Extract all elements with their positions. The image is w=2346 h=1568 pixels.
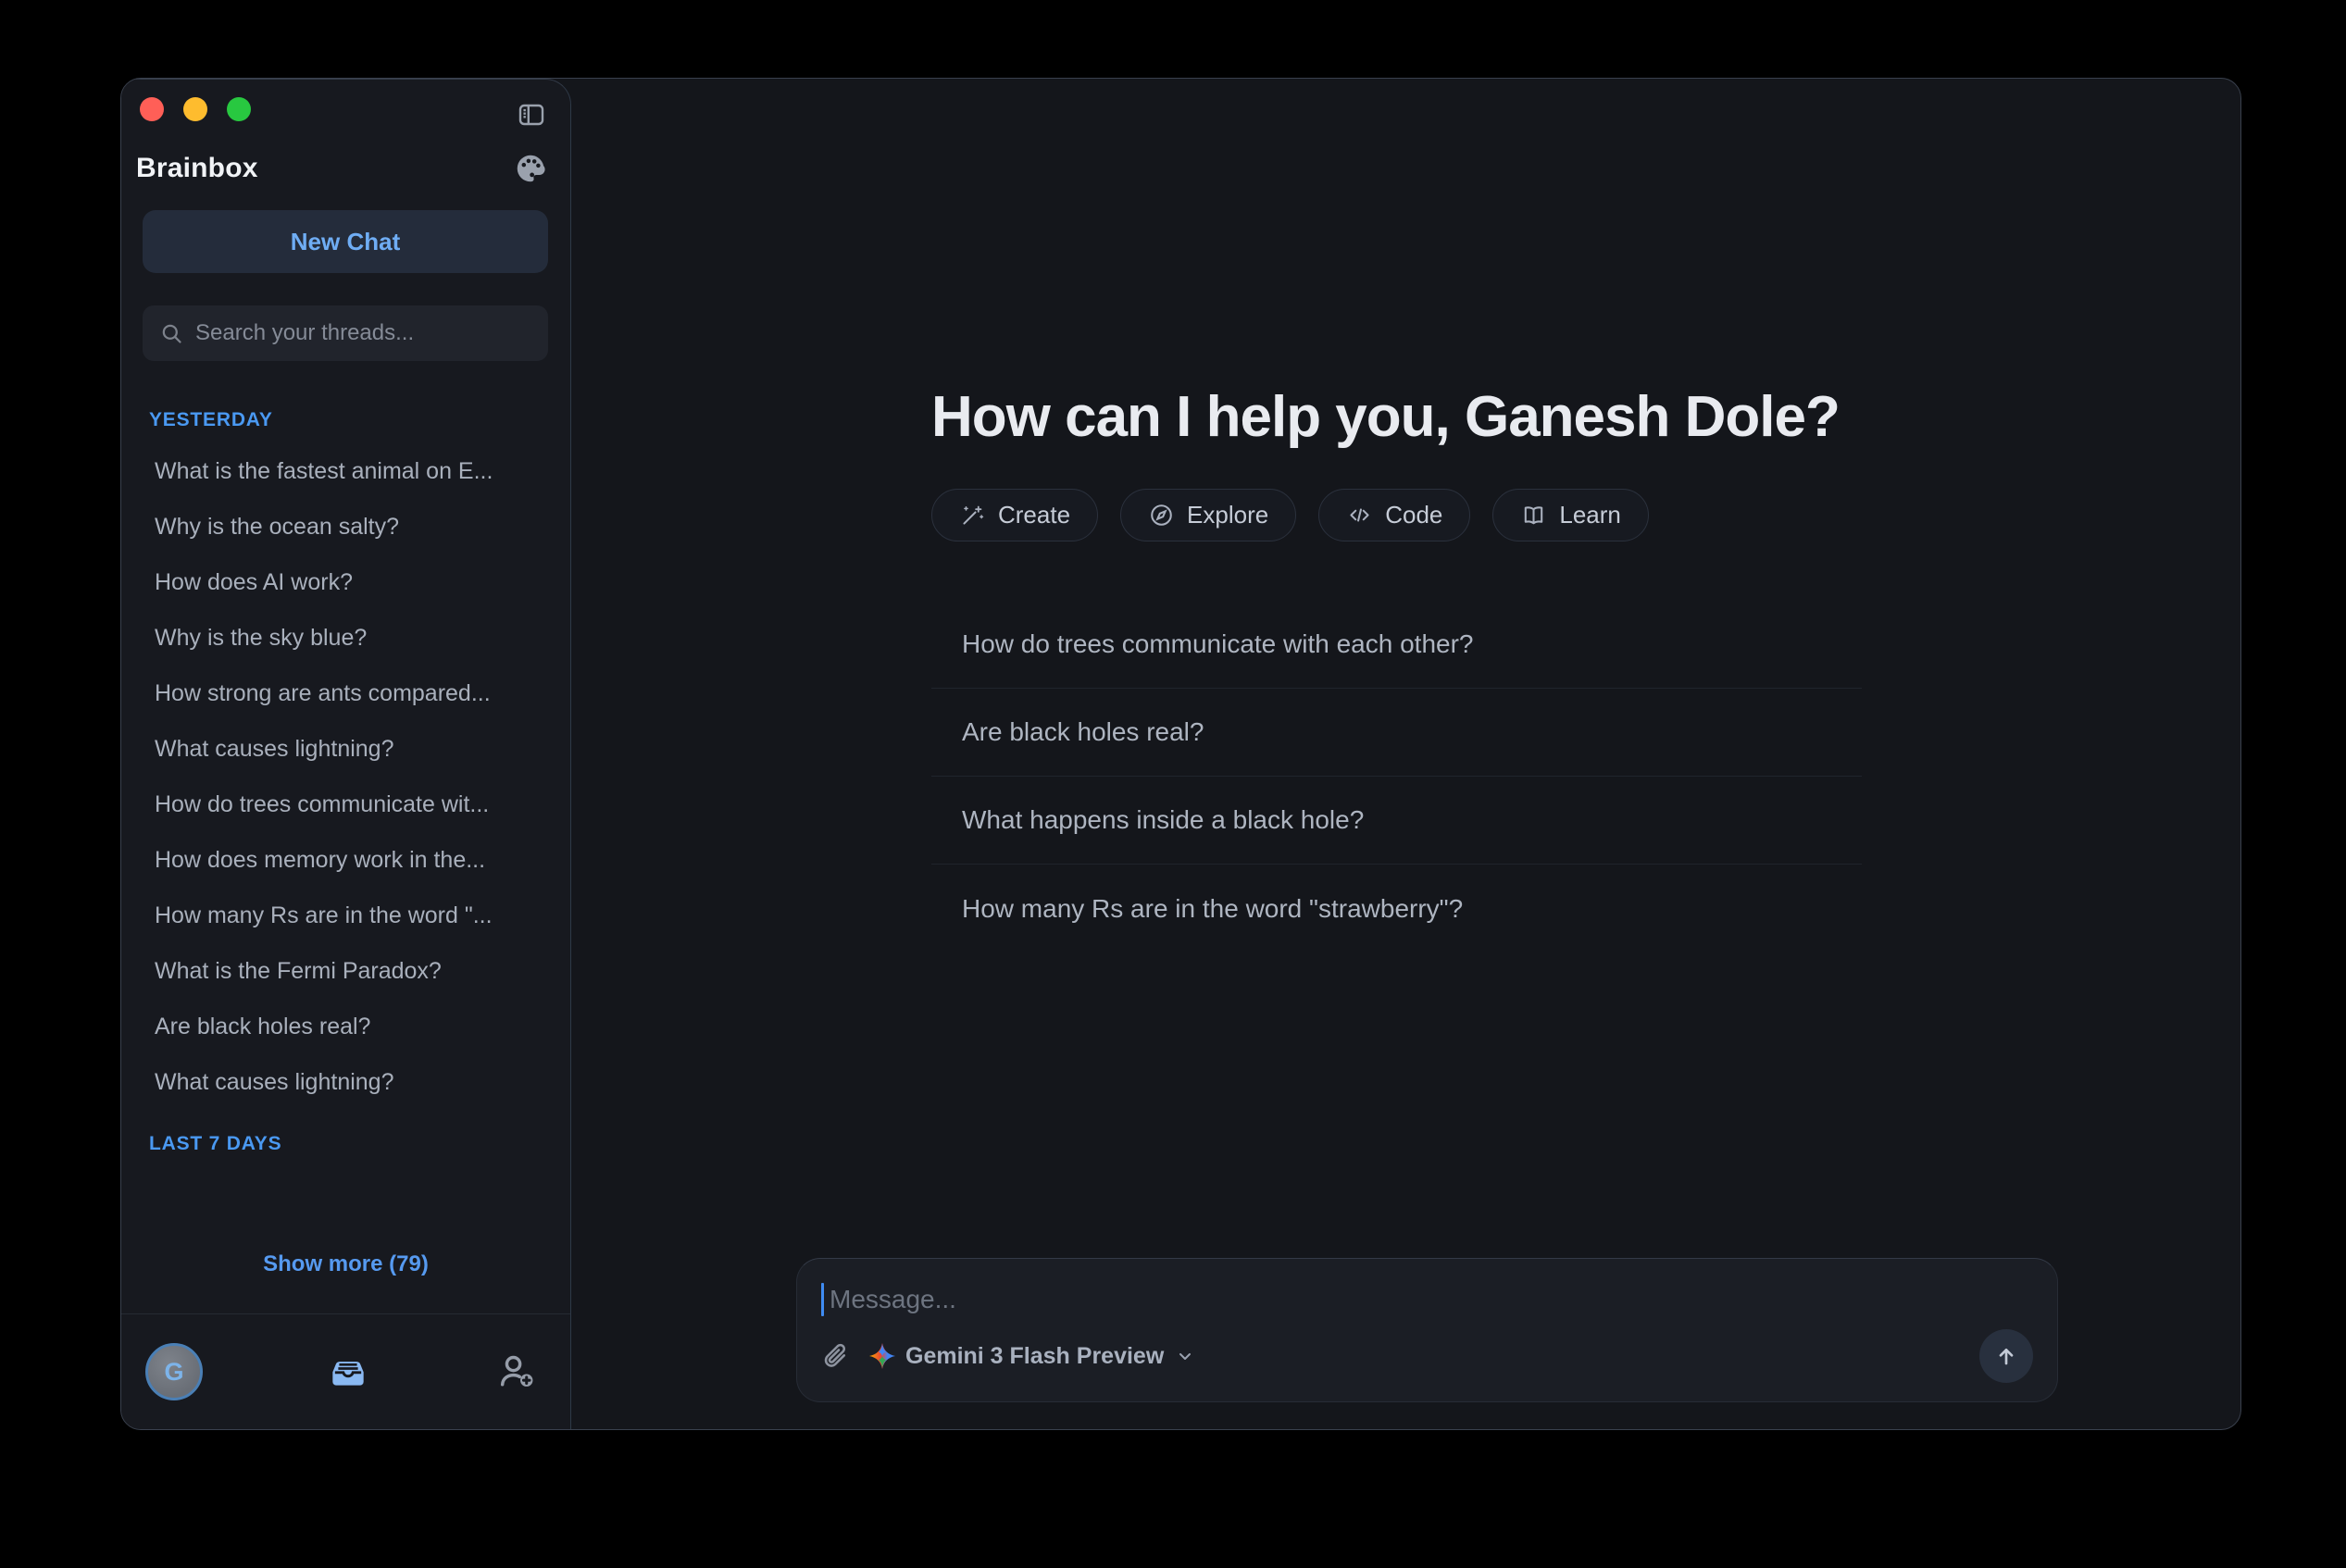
minimize-window-button[interactable] <box>183 97 207 121</box>
app-title: Brainbox <box>136 153 258 183</box>
search-input[interactable]: Search your threads... <box>143 305 548 361</box>
app-window: Brainbox New Chat Search your threads...… <box>120 78 2241 1430</box>
message-input[interactable]: Message... <box>821 1283 956 1316</box>
message-placeholder: Message... <box>830 1285 956 1313</box>
sidebar-toggle-icon[interactable] <box>515 100 548 130</box>
message-composer[interactable]: Message... Gemini 3 Flash Preview <box>796 1258 2058 1402</box>
thread-list-item[interactable]: How does memory work in the... <box>121 832 570 888</box>
text-caret <box>821 1283 824 1316</box>
new-chat-button[interactable]: New Chat <box>143 210 548 273</box>
sidebar: Brainbox New Chat Search your threads...… <box>121 79 571 1429</box>
main-area: How can I help you, Ganesh Dole? Create <box>571 79 2240 1429</box>
add-person-icon[interactable] <box>493 1348 541 1396</box>
thread-list-item[interactable]: What is the fastest animal on E... <box>121 443 570 499</box>
thread-list-item[interactable]: How many Rs are in the word "... <box>121 888 570 943</box>
chevron-down-icon <box>1174 1345 1196 1367</box>
user-avatar[interactable]: G <box>145 1343 203 1400</box>
thread-list-item[interactable]: How does AI work? <box>121 554 570 610</box>
paperclip-icon[interactable] <box>821 1336 858 1376</box>
learn-button[interactable]: Learn <box>1492 489 1649 541</box>
close-window-button[interactable] <box>140 97 164 121</box>
search-icon <box>159 321 184 346</box>
code-button[interactable]: Code <box>1318 489 1471 541</box>
model-selector[interactable]: Gemini 3 Flash Preview <box>869 1343 1196 1370</box>
thread-list-item[interactable]: Why is the sky blue? <box>121 610 570 666</box>
learn-label: Learn <box>1559 501 1621 529</box>
thread-list-item[interactable]: What causes lightning? <box>121 1054 570 1110</box>
action-pills: Create Explore Code Learn <box>931 489 1649 541</box>
suggestion-item[interactable]: Are black holes real? <box>931 689 1862 777</box>
code-icon <box>1346 502 1373 529</box>
thread-list-item[interactable]: How do trees communicate wit... <box>121 777 570 832</box>
thread-list-item[interactable]: What causes lightning? <box>121 721 570 777</box>
model-label: Gemini 3 Flash Preview <box>905 1342 1165 1369</box>
suggestion-list: How do trees communicate with each other… <box>931 601 1862 952</box>
window-controls <box>140 97 251 121</box>
thread-list: What is the fastest animal on E... Why i… <box>121 443 570 1110</box>
suggestion-item[interactable]: What happens inside a black hole? <box>931 777 1862 865</box>
create-button[interactable]: Create <box>931 489 1099 541</box>
code-label: Code <box>1385 501 1443 529</box>
theme-palette-icon[interactable] <box>514 152 547 185</box>
show-more-button[interactable]: Show more (79) <box>121 1251 570 1277</box>
new-chat-label: New Chat <box>290 227 401 255</box>
create-label: Create <box>998 501 1071 529</box>
archive-tray-icon[interactable] <box>324 1348 372 1396</box>
thread-list-item[interactable]: Are black holes real? <box>121 999 570 1054</box>
suggestion-item[interactable]: How many Rs are in the word "strawberry"… <box>931 865 1862 952</box>
thread-list-item[interactable]: What is the Fermi Paradox? <box>121 943 570 999</box>
section-header-last7days: LAST 7 DAYS <box>149 1133 282 1154</box>
greeting-heading: How can I help you, Ganesh Dole? <box>931 384 1841 449</box>
arrow-up-icon <box>1991 1341 2021 1371</box>
explore-label: Explore <box>1187 501 1269 529</box>
gemini-sparkle-icon <box>869 1343 895 1369</box>
wand-sparkles-icon <box>959 502 986 529</box>
thread-list-item[interactable]: Why is the ocean salty? <box>121 499 570 554</box>
sidebar-footer: G <box>121 1313 570 1429</box>
explore-button[interactable]: Explore <box>1120 489 1297 541</box>
compass-icon <box>1148 502 1175 529</box>
search-placeholder: Search your threads... <box>195 320 415 345</box>
zoom-window-button[interactable] <box>227 97 251 121</box>
suggestion-item[interactable]: How do trees communicate with each other… <box>931 601 1862 689</box>
send-button[interactable] <box>1979 1329 2033 1383</box>
thread-list-item[interactable]: How strong are ants compared... <box>121 666 570 721</box>
section-header-yesterday: YESTERDAY <box>149 409 273 430</box>
book-icon <box>1520 502 1547 529</box>
